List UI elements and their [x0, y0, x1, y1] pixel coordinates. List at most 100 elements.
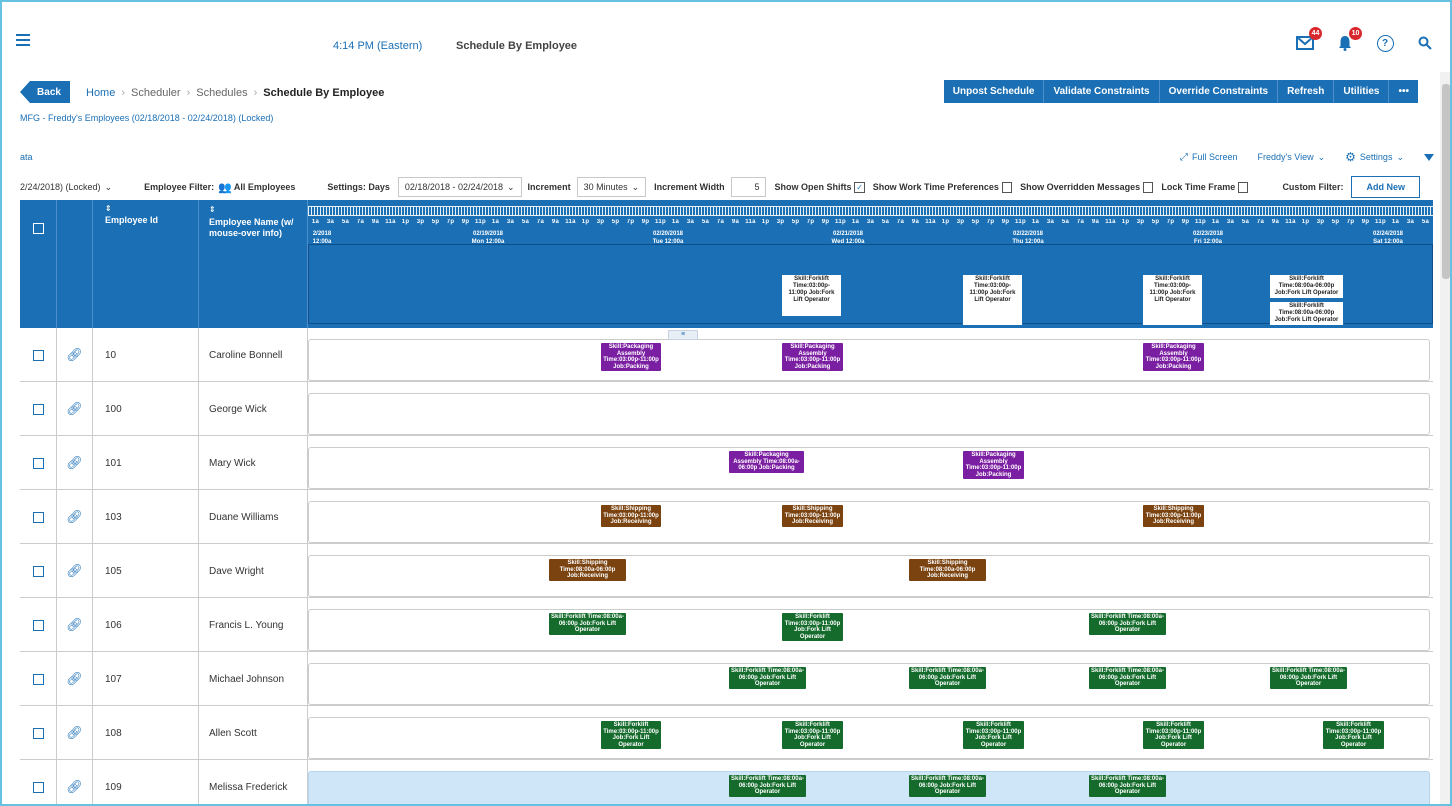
shift-block[interactable]: Skill:Forklift Time:03:00p-11:00p Job:Fo… — [1323, 721, 1384, 749]
row-timeline[interactable]: Skill:Forklift Time:08:00a-06:00p Job:Fo… — [308, 609, 1430, 651]
employee-name[interactable]: Mary Wick — [199, 436, 308, 490]
shift-block[interactable]: Skill:Forklift Time:08:00a-06:00p Job:Fo… — [729, 775, 806, 797]
breadcrumb-home[interactable]: Home — [86, 87, 115, 99]
row-timeline[interactable]: Skill:Shipping Time:08:00a-06:00p Job:Re… — [308, 555, 1430, 597]
collapse-handle[interactable]: ≡ — [668, 330, 698, 340]
link-icon[interactable]: 🔗︎ — [66, 509, 83, 525]
full-screen-button[interactable]: ⤢ Full Screen — [1180, 152, 1238, 163]
link-icon[interactable]: 🔗︎ — [66, 725, 83, 741]
row-checkbox[interactable] — [32, 403, 44, 415]
row-checkbox[interactable] — [32, 511, 44, 523]
table-row[interactable]: 🔗︎ 109 Melissa Frederick Skill:Forklift Tim… — [20, 760, 1433, 806]
shift-block[interactable]: Skill:Shipping Time:03:00p-11:00p Job:Re… — [782, 505, 843, 527]
row-checkbox[interactable] — [32, 349, 44, 361]
show-overridden-checkbox[interactable] — [1143, 181, 1154, 193]
employee-name[interactable]: Dave Wright — [199, 544, 308, 598]
open-shift[interactable]: Skill:Forklift Time:03:00p- 11:00p Job:F… — [962, 274, 1023, 326]
shift-block[interactable]: Skill:Shipping Time:08:00a-06:00p Job:Re… — [909, 559, 986, 581]
breadcrumb-schedules[interactable]: Schedules — [196, 87, 247, 99]
row-checkbox[interactable] — [32, 727, 44, 739]
open-shift[interactable]: Skill:Forklift Time:03:00p- 11:00p Job:F… — [781, 274, 842, 317]
help-icon[interactable]: ? — [1376, 34, 1394, 52]
link-icon[interactable]: 🔗︎ — [66, 401, 83, 417]
shift-block[interactable]: Skill:Forklift Time:08:00a-06:00p Job:Fo… — [1089, 775, 1166, 797]
table-row[interactable]: 🔗︎ 105 Dave Wright Skill:Shipping Time:08:0… — [20, 544, 1433, 598]
breadcrumb-scheduler[interactable]: Scheduler — [131, 87, 181, 99]
shift-block[interactable]: Skill:Forklift Time:03:00p-11:00p Job:Fo… — [1143, 721, 1204, 749]
shift-block[interactable]: Skill:Packaging Assembly Time:03:00p-11:… — [601, 343, 661, 371]
refresh-button[interactable]: Refresh — [1278, 80, 1335, 103]
table-row[interactable]: 🔗︎ 108 Allen Scott Skill:Forklift Time:03:0… — [20, 706, 1433, 760]
link-icon[interactable]: 🔗︎ — [66, 617, 83, 633]
row-timeline[interactable]: Skill:Shipping Time:03:00p-11:00p Job:Re… — [308, 501, 1430, 543]
shift-block[interactable]: Skill:Shipping Time:03:00p-11:00p Job:Re… — [1143, 505, 1204, 527]
lock-time-frame-checkbox[interactable] — [1238, 181, 1249, 193]
employee-name[interactable]: Melissa Frederick — [199, 760, 308, 806]
search-icon[interactable] — [1416, 34, 1434, 52]
shift-block[interactable]: Skill:Forklift Time:08:00a-06:00p Job:Fo… — [1089, 613, 1166, 635]
back-button[interactable]: Back — [20, 81, 70, 103]
employee-name-header[interactable]: ⇕ Employee Name (w/ mouse-over info) — [199, 200, 308, 328]
link-icon[interactable]: 🔗︎ — [66, 563, 83, 579]
row-timeline[interactable]: Skill:Packaging Assembly Time:03:00p-11:… — [308, 339, 1430, 381]
row-checkbox[interactable] — [32, 565, 44, 577]
scrollbar-thumb[interactable] — [1442, 84, 1450, 279]
view-dropdown[interactable]: Freddy's View ⌄ — [1258, 152, 1326, 163]
employee-name[interactable]: Duane Williams — [199, 490, 308, 544]
employee-name[interactable]: George Wick — [199, 382, 308, 436]
row-timeline[interactable] — [308, 393, 1430, 435]
open-shift[interactable]: Skill:Forklift Time:08:00a-06:00p Job:Fo… — [1269, 301, 1344, 326]
show-work-time-checkbox[interactable] — [1001, 181, 1013, 193]
table-row[interactable]: 🔗︎ 10 Caroline Bonnell Skill:Packaging Asse… — [20, 328, 1433, 382]
employee-name[interactable]: Michael Johnson — [199, 652, 308, 706]
open-shift[interactable]: Skill:Forklift Time:08:00a-06:00p Job:Fo… — [1269, 274, 1344, 299]
shift-block[interactable]: Skill:Packaging Assembly Time:03:00p-11:… — [782, 343, 843, 371]
employee-name[interactable]: Caroline Bonnell — [199, 328, 308, 382]
add-new-button[interactable]: Add New — [1351, 176, 1420, 198]
shift-block[interactable]: Skill:Packaging Assembly Time:03:00p-11:… — [963, 451, 1024, 479]
table-row[interactable]: 🔗︎ 107 Michael Johnson Skill:Forklift Time:… — [20, 652, 1433, 706]
select-all-checkbox[interactable] — [33, 223, 44, 234]
shift-block[interactable]: Skill:Shipping Time:03:00p-11:00p Job:Re… — [601, 505, 661, 527]
increment-select[interactable]: 30 Minutes ⌄ — [576, 177, 647, 197]
increment-width-input[interactable]: 5 — [730, 177, 767, 197]
link-icon[interactable]: 🔗︎ — [66, 347, 83, 363]
link-icon[interactable]: 🔗︎ — [66, 779, 83, 795]
table-row[interactable]: 🔗︎ 106 Francis L. Young Skill:Forklift Time… — [20, 598, 1433, 652]
shift-block[interactable]: Skill:Packaging Assembly Time:03:00p-11:… — [1143, 343, 1204, 371]
show-open-shifts-checkbox[interactable]: ✓ — [854, 181, 865, 193]
shift-block[interactable]: Skill:Forklift Time:08:00a-06:00p Job:Fo… — [909, 667, 986, 689]
schedule-select[interactable]: 2/24/2018) (Locked) ⌄ — [20, 177, 113, 197]
page-scrollbar[interactable] — [1440, 72, 1452, 806]
shift-block[interactable]: Skill:Forklift Time:08:00a-06:00p Job:Fo… — [729, 667, 806, 689]
shift-block[interactable]: Skill:Forklift Time:08:00a-06:00p Job:Fo… — [549, 613, 626, 635]
row-checkbox[interactable] — [32, 457, 44, 469]
table-row[interactable]: 🔗︎ 101 Mary Wick Skill:Packaging Assembly T… — [20, 436, 1433, 490]
link-icon[interactable]: 🔗︎ — [66, 671, 83, 687]
bell-icon[interactable]: 10 — [1336, 27, 1362, 52]
date-range-select[interactable]: 02/18/2018 - 02/24/2018 ⌄ — [397, 177, 522, 197]
employee-filter[interactable]: 👥 All Employees — [218, 181, 295, 194]
shift-block[interactable]: Skill:Forklift Time:03:00p-11:00p Job:Fo… — [782, 613, 843, 641]
shift-block[interactable]: Skill:Forklift Time:03:00p-11:00p Job:Fo… — [601, 721, 661, 749]
filter-icon[interactable] — [1424, 153, 1434, 161]
override-constraints-button[interactable]: Override Constraints — [1160, 80, 1279, 103]
shift-block[interactable]: Skill:Shipping Time:08:00a-06:00p Job:Re… — [549, 559, 626, 581]
row-checkbox[interactable] — [32, 781, 44, 793]
shift-block[interactable]: Skill:Forklift Time:08:00a-06:00p Job:Fo… — [1089, 667, 1166, 689]
link-icon[interactable]: 🔗︎ — [66, 455, 83, 471]
data-tab[interactable]: ata — [20, 152, 33, 162]
settings-dropdown[interactable]: ⚙ Settings ⌄ — [1345, 150, 1404, 164]
validate-constraints-button[interactable]: Validate Constraints — [1044, 80, 1160, 103]
row-timeline[interactable]: Skill:Packaging Assembly Time:08:00a-06:… — [308, 447, 1430, 489]
mail-icon[interactable]: 44 — [1296, 27, 1322, 52]
table-row[interactable]: 🔗︎ 100 George Wick — [20, 382, 1433, 436]
utilities-button[interactable]: Utilities — [1334, 80, 1390, 103]
shift-block[interactable]: Skill:Forklift Time:03:00p-11:00p Job:Fo… — [963, 721, 1024, 749]
row-checkbox[interactable] — [32, 619, 44, 631]
row-checkbox[interactable] — [32, 673, 44, 685]
table-row[interactable]: 🔗︎ 103 Duane Williams Skill:Shipping Time:0… — [20, 490, 1433, 544]
shift-block[interactable]: Skill:Forklift Time:08:00a-06:00p Job:Fo… — [909, 775, 986, 797]
employee-name[interactable]: Francis L. Young — [199, 598, 308, 652]
open-shift[interactable]: Skill:Forklift Time:03:00p- 11:00p Job:F… — [1142, 274, 1203, 326]
